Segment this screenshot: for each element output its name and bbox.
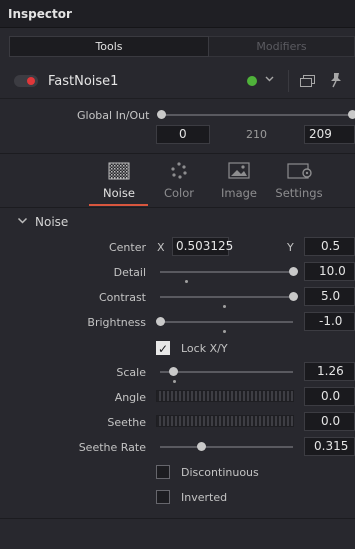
global-out-field[interactable]: 209 <box>304 125 355 144</box>
global-range-track[interactable] <box>161 114 355 116</box>
detail-slider[interactable] <box>160 271 293 273</box>
brightness-label: Brightness <box>87 316 146 329</box>
center-x-field[interactable]: 0.503125 <box>172 237 233 256</box>
global-in-out-label: Global In/Out <box>77 109 150 122</box>
detail-field[interactable]: 10.0 <box>304 262 355 281</box>
center-label: Center <box>108 241 146 254</box>
subtab-noise-label: Noise <box>103 186 135 200</box>
contrast-field[interactable]: 5.0 <box>304 287 355 306</box>
chevron-down-icon[interactable] <box>17 215 28 229</box>
inspector-title: Inspector <box>8 7 72 21</box>
scale-field[interactable]: 1.26 <box>304 362 355 381</box>
scale-slider-knob[interactable] <box>168 367 178 376</box>
subtab-noise[interactable]: Noise <box>89 160 149 206</box>
node-color-dot[interactable] <box>247 76 257 86</box>
angle-thumbwheel[interactable] <box>156 390 294 402</box>
brightness-slider[interactable] <box>160 321 293 323</box>
settings-icon <box>287 163 312 179</box>
inverted-label: Inverted <box>181 491 228 504</box>
detail-slider-knob[interactable] <box>288 267 298 276</box>
noise-icon <box>108 162 130 180</box>
scale-slider[interactable] <box>160 371 293 373</box>
divider <box>0 153 355 154</box>
seethe-thumbwheel[interactable] <box>156 415 294 427</box>
default-marker <box>173 380 176 383</box>
version-icon[interactable] <box>300 75 315 87</box>
tab-modifiers[interactable]: Modifiers <box>209 36 355 57</box>
subtab-color[interactable]: Color <box>149 160 209 206</box>
seethe-rate-slider-knob[interactable] <box>197 442 207 451</box>
separator <box>288 70 289 92</box>
divider <box>0 207 355 208</box>
seethe-rate-field[interactable]: 0.315 <box>304 437 355 456</box>
global-in-handle[interactable] <box>157 110 166 119</box>
global-out-handle[interactable] <box>348 110 355 119</box>
discontinuous-label: Discontinuous <box>181 466 259 479</box>
center-y-label: Y <box>287 241 294 254</box>
default-marker <box>223 330 226 333</box>
global-mid-value: 210 <box>246 128 267 141</box>
default-marker <box>223 305 226 308</box>
chevron-down-icon[interactable] <box>264 73 275 87</box>
image-icon <box>228 162 250 179</box>
center-y-field[interactable]: 0.5 <box>304 237 355 256</box>
angle-field[interactable]: 0.0 <box>304 387 355 406</box>
divider <box>0 518 355 519</box>
seethe-field[interactable]: 0.0 <box>304 412 355 431</box>
check-icon: ✓ <box>157 342 169 356</box>
seethe-rate-slider[interactable] <box>160 446 293 448</box>
default-marker <box>185 280 188 283</box>
toggle-indicator <box>27 77 35 85</box>
subtab-image[interactable]: Image <box>209 160 269 206</box>
color-icon <box>171 162 187 179</box>
inverted-checkbox[interactable] <box>156 490 170 504</box>
subtab-color-label: Color <box>163 186 195 200</box>
global-in-field[interactable]: 0 <box>156 125 210 144</box>
active-tab-underline <box>89 204 148 206</box>
seethe-label: Seethe <box>107 416 146 429</box>
detail-label: Detail <box>113 266 146 279</box>
subtab-settings-label: Settings <box>275 186 323 200</box>
subtab-image-label: Image <box>220 186 258 200</box>
angle-label: Angle <box>114 391 146 404</box>
subtab-settings[interactable]: Settings <box>269 160 329 206</box>
contrast-slider-knob[interactable] <box>288 292 298 301</box>
brightness-field[interactable]: -1.0 <box>304 312 355 331</box>
center-x-label: X <box>157 241 165 254</box>
seethe-rate-label: Seethe Rate <box>78 441 146 454</box>
tab-tools[interactable]: Tools <box>9 36 209 57</box>
section-title: Noise <box>35 215 69 229</box>
node-name: FastNoise1 <box>48 74 119 89</box>
contrast-slider[interactable] <box>160 296 293 298</box>
lock-xy-checkbox[interactable]: ✓ <box>156 341 170 356</box>
pin-icon[interactable] <box>329 72 343 88</box>
scale-label: Scale <box>116 366 146 379</box>
contrast-label: Contrast <box>98 291 146 304</box>
lock-xy-label: Lock X/Y <box>181 342 228 355</box>
discontinuous-checkbox[interactable] <box>156 465 170 479</box>
brightness-slider-knob[interactable] <box>155 317 165 326</box>
